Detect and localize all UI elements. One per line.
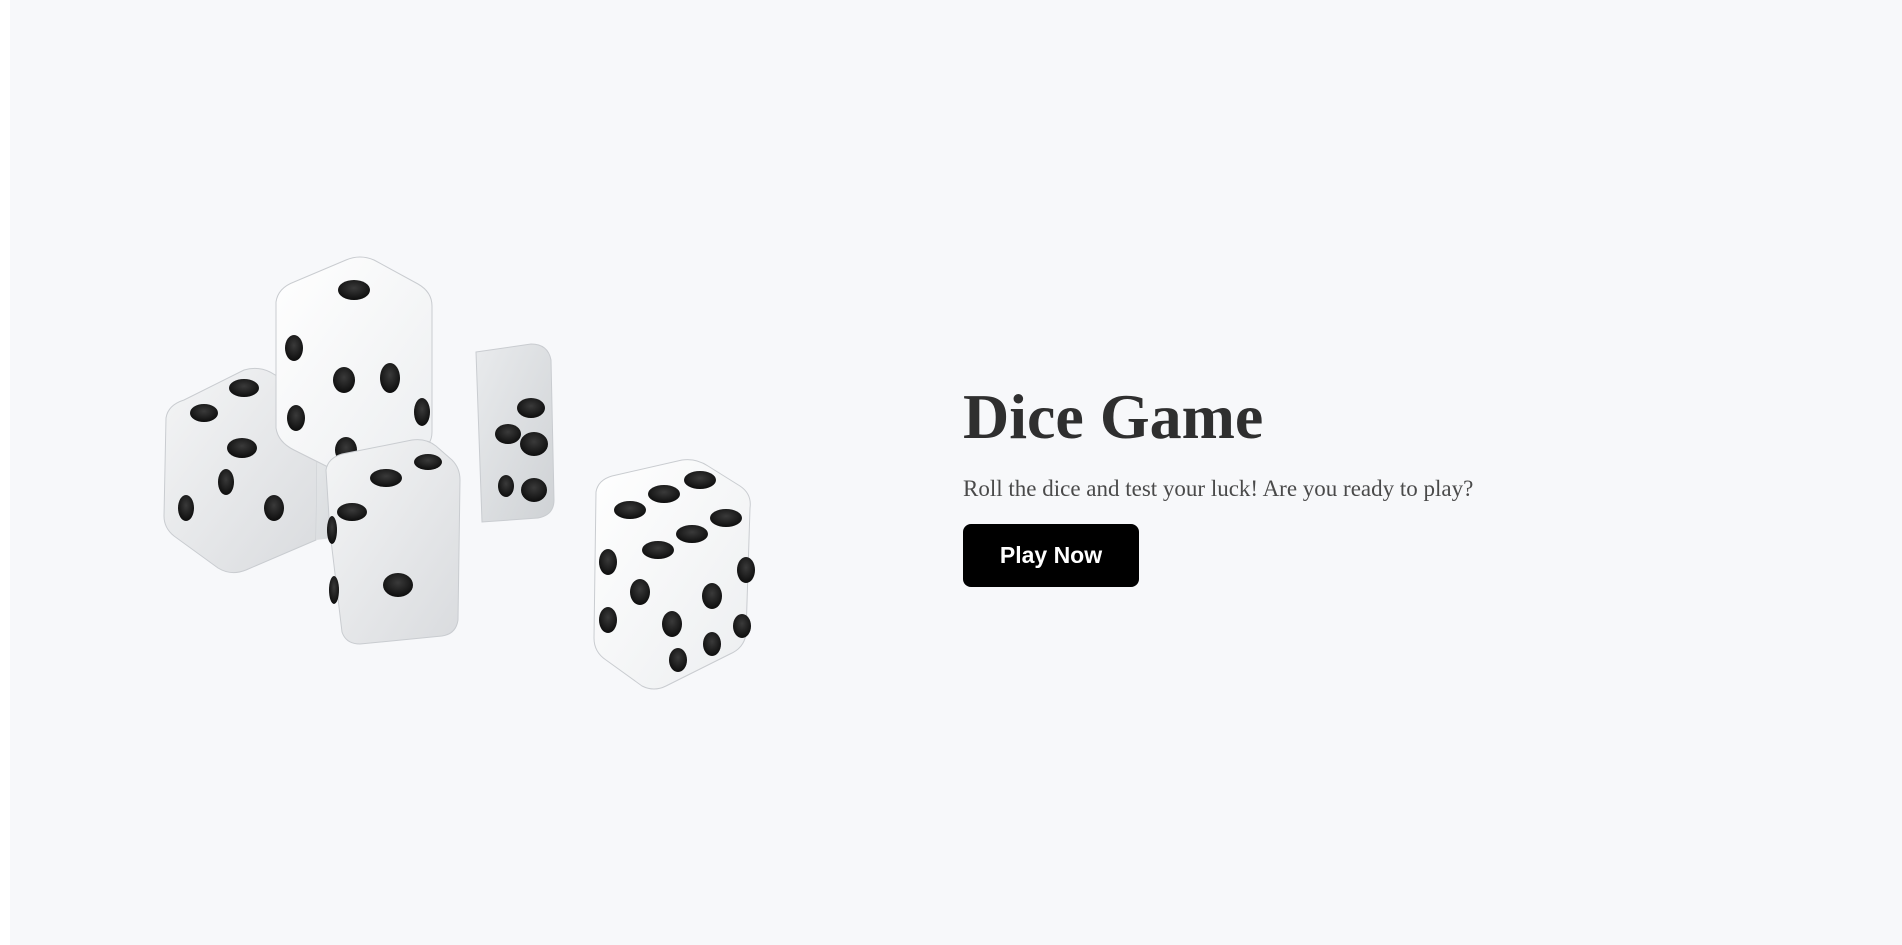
landing-page: Dice Game Roll the dice and test your lu… — [10, 0, 1902, 945]
dice-group-icon — [163, 256, 755, 690]
hero-subtitle: Roll the dice and test your luck! Are yo… — [963, 476, 1474, 501]
die-right — [593, 459, 755, 690]
die-back — [475, 343, 555, 523]
play-now-button[interactable]: Play Now — [963, 523, 1139, 587]
page-title: Dice Game — [963, 381, 1264, 452]
hero-content: Dice Game Roll the dice and test your lu… — [963, 385, 1663, 587]
die-center — [325, 439, 461, 645]
